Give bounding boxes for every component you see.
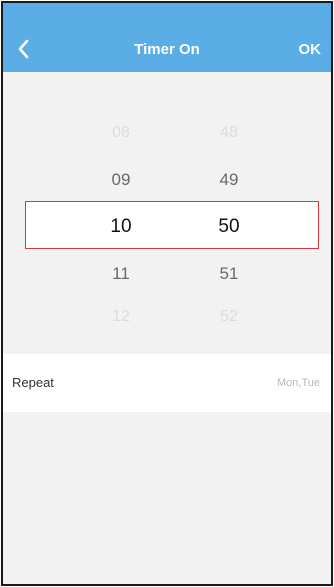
minute-option-selected[interactable]: 50 [199, 216, 259, 238]
minute-option[interactable]: 48 [199, 124, 259, 142]
header-bar: Timer On OK [3, 3, 331, 72]
hour-option[interactable]: 08 [91, 124, 151, 142]
minute-option[interactable]: 49 [199, 170, 259, 190]
minute-option[interactable]: 52 [199, 308, 259, 326]
hour-option[interactable]: 12 [91, 308, 151, 326]
repeat-row[interactable]: Repeat Mon,Tue [3, 354, 331, 412]
app-screen: Timer On OK 08 09 10 11 12 48 49 50 51 5… [1, 1, 333, 586]
hour-option-selected[interactable]: 10 [91, 216, 151, 238]
ok-button[interactable]: OK [299, 41, 322, 58]
repeat-value: Mon,Tue [276, 377, 320, 389]
minute-option[interactable]: 51 [199, 264, 259, 284]
time-picker[interactable]: 08 09 10 11 12 48 49 50 51 52 [3, 72, 331, 325]
repeat-label: Repeat [12, 375, 54, 390]
hour-option[interactable]: 11 [91, 264, 151, 284]
page-title: Timer On [134, 41, 200, 58]
selection-highlight [25, 201, 319, 249]
hour-option[interactable]: 09 [91, 170, 151, 190]
